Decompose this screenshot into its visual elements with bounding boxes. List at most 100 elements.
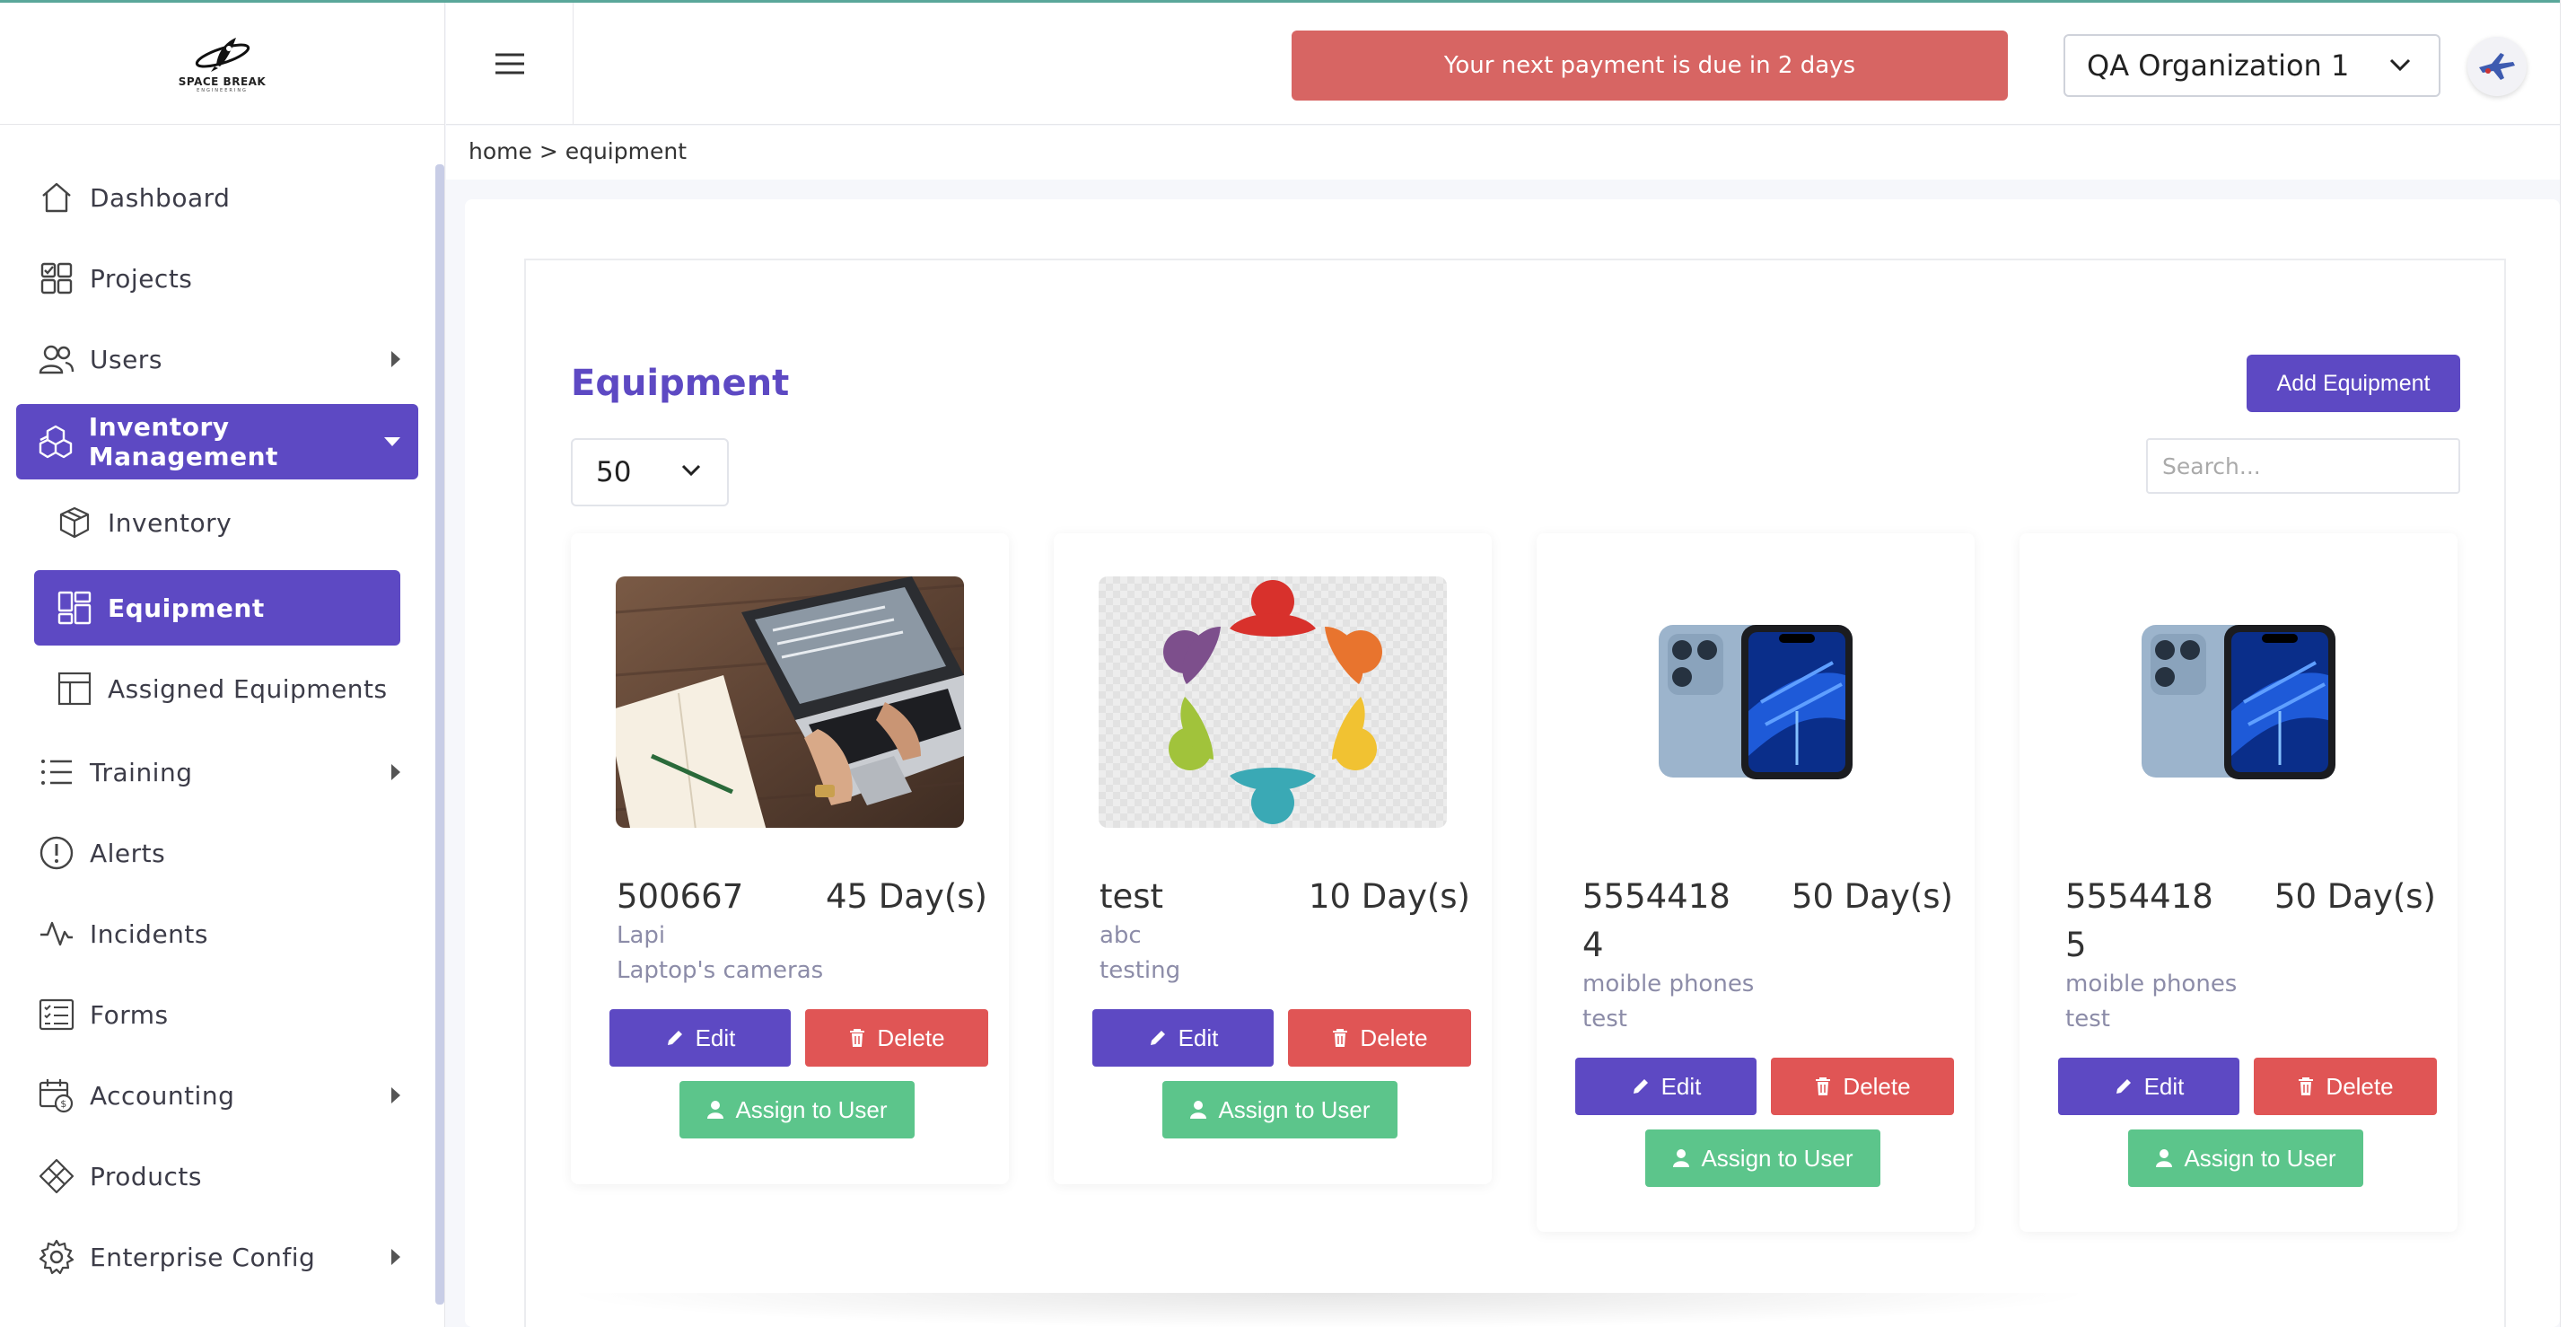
- menu-toggle-button[interactable]: [446, 3, 574, 125]
- accounting-icon: $: [38, 1077, 75, 1114]
- sidebar-item-projects[interactable]: Projects: [16, 241, 418, 316]
- activity-icon: [38, 915, 75, 953]
- assign-to-user-button[interactable]: Assign to User: [679, 1081, 915, 1138]
- sidebar-item-dashboard[interactable]: Dashboard: [16, 160, 418, 235]
- sidebar-item-inventory[interactable]: Inventory: [34, 485, 400, 560]
- equipment-name: abc: [1100, 922, 1142, 949]
- pencil-icon: [1150, 1031, 1165, 1045]
- assign-to-user-button[interactable]: Assign to User: [1162, 1081, 1398, 1138]
- chevron-down-icon: [2389, 58, 2411, 72]
- delete-button[interactable]: Delete: [2254, 1058, 2437, 1115]
- equipment-description: Laptop's cameras: [617, 957, 824, 984]
- sidebar-item-inventory-management[interactable]: Inventory Management: [16, 404, 418, 479]
- top-header: Your next payment is due in 2 days QA Or…: [446, 3, 2576, 125]
- edit-label: Edit: [695, 1024, 736, 1051]
- breadcrumb-bar: home > equipment: [446, 126, 2560, 180]
- page-title: Equipment: [571, 363, 790, 404]
- equipment-card: 500667 45 Day(s) Lapi Laptop's cameras E…: [571, 533, 1009, 1184]
- sidebar-item-label: Inventory: [108, 507, 232, 538]
- sidebar-item-label: Dashboard: [90, 182, 231, 213]
- edit-button[interactable]: Edit: [609, 1009, 791, 1067]
- projects-icon: [38, 259, 75, 297]
- breadcrumb: home > equipment: [469, 138, 688, 164]
- assign-to-user-button[interactable]: Assign to User: [1645, 1129, 1880, 1187]
- pencil-icon: [1633, 1079, 1648, 1094]
- users-icon: [38, 340, 75, 378]
- edit-button[interactable]: Edit: [1575, 1058, 1757, 1115]
- delete-button[interactable]: Delete: [1288, 1009, 1471, 1067]
- boxes-icon: [38, 423, 74, 461]
- page-size-select[interactable]: 50: [571, 438, 729, 506]
- sidebar-item-assigned-equipments[interactable]: Assigned Equipments: [34, 651, 400, 726]
- sidebar-item-products[interactable]: Products: [16, 1138, 418, 1214]
- hamburger-icon: [495, 53, 524, 75]
- sidebar-item-label: Assigned Equipments: [108, 673, 388, 704]
- sidebar-item-forms[interactable]: Forms: [16, 977, 418, 1052]
- delete-label: Delete: [1843, 1072, 1911, 1100]
- sidebar-item-alerts[interactable]: Alerts: [16, 815, 418, 891]
- grid-icon: [56, 589, 93, 627]
- equipment-days: 50 Day(s): [2274, 877, 2436, 916]
- equipment-description: testing: [1100, 957, 1181, 984]
- delete-button[interactable]: Delete: [1771, 1058, 1954, 1115]
- sidebar-item-label: Users: [90, 344, 162, 374]
- equipment-serial: test: [1100, 877, 1164, 916]
- equipment-description: test: [2065, 1006, 2110, 1033]
- assign-to-user-button[interactable]: Assign to User: [2128, 1129, 2363, 1187]
- edit-label: Edit: [1660, 1072, 1702, 1100]
- laptop-photo: [616, 576, 964, 828]
- user-icon: [1673, 1149, 1690, 1167]
- equipment-name: moible phones: [1582, 971, 1755, 997]
- equipment-card: 5554418 4 50 Day(s) moible phones test E…: [1537, 533, 1975, 1232]
- equipment-name: Lapi: [617, 922, 666, 949]
- pencil-icon: [667, 1031, 682, 1045]
- brand-tagline: ENGINEERING: [197, 87, 248, 93]
- sidebar-item-label: Forms: [90, 999, 169, 1030]
- chevron-down-icon: [681, 464, 701, 477]
- iphone-photo: [2064, 576, 2413, 828]
- sidebar-scrollbar[interactable]: [435, 164, 444, 1305]
- sidebar-item-incidents[interactable]: Incidents: [16, 896, 418, 971]
- svg-text:$: $: [60, 1098, 67, 1110]
- equipment-days: 45 Day(s): [825, 877, 987, 916]
- sidebar-item-label: Projects: [90, 263, 193, 294]
- box-icon: [56, 504, 93, 541]
- brand-logo[interactable]: SPACE BREAK ENGINEERING: [0, 3, 444, 125]
- sidebar-item-label: Inventory Management: [88, 412, 278, 471]
- brand-name: SPACE BREAK: [178, 75, 267, 88]
- sidebar-item-label: Alerts: [90, 838, 166, 868]
- sidebar-item-users[interactable]: Users: [16, 321, 418, 397]
- equipment-card: 5554418 5 50 Day(s) moible phones test E…: [2020, 533, 2458, 1232]
- sidebar-item-label: Equipment: [108, 593, 265, 623]
- trash-icon: [1816, 1077, 1831, 1095]
- gear-icon: [38, 1238, 75, 1276]
- user-avatar[interactable]: [2467, 37, 2527, 96]
- sidebar-item-equipment[interactable]: Equipment: [34, 570, 400, 646]
- window-right-edge: [2560, 0, 2576, 1327]
- list-icon: [38, 753, 75, 791]
- caret-right-icon: [391, 1087, 400, 1103]
- delete-button[interactable]: Delete: [805, 1009, 988, 1067]
- sidebar-item-label: Products: [90, 1161, 202, 1191]
- assign-label: Assign to User: [1218, 1095, 1371, 1123]
- form-icon: [38, 996, 75, 1033]
- user-icon: [707, 1101, 724, 1119]
- rocket-logo-icon: [195, 37, 250, 72]
- edit-button[interactable]: Edit: [2058, 1058, 2239, 1115]
- airplane-avatar-icon: [2479, 53, 2515, 80]
- edit-button[interactable]: Edit: [1092, 1009, 1274, 1067]
- sidebar-item-enterprise-config[interactable]: Enterprise Config: [16, 1219, 418, 1295]
- alert-icon: [38, 834, 75, 872]
- search-input[interactable]: [2146, 438, 2460, 494]
- equipment-days: 50 Day(s): [1791, 877, 1953, 916]
- add-equipment-button[interactable]: Add Equipment: [2247, 355, 2460, 412]
- sidebar-item-accounting[interactable]: $ Accounting: [16, 1058, 418, 1133]
- diamond-icon: [38, 1157, 75, 1195]
- assign-label: Assign to User: [1701, 1144, 1853, 1172]
- caret-right-icon: [391, 764, 400, 780]
- organization-select[interactable]: QA Organization 1: [2063, 34, 2440, 97]
- trash-icon: [2299, 1077, 2314, 1095]
- user-icon: [1190, 1101, 1207, 1119]
- sidebar-item-training[interactable]: Training: [16, 734, 418, 810]
- equipment-name: moible phones: [2065, 971, 2238, 997]
